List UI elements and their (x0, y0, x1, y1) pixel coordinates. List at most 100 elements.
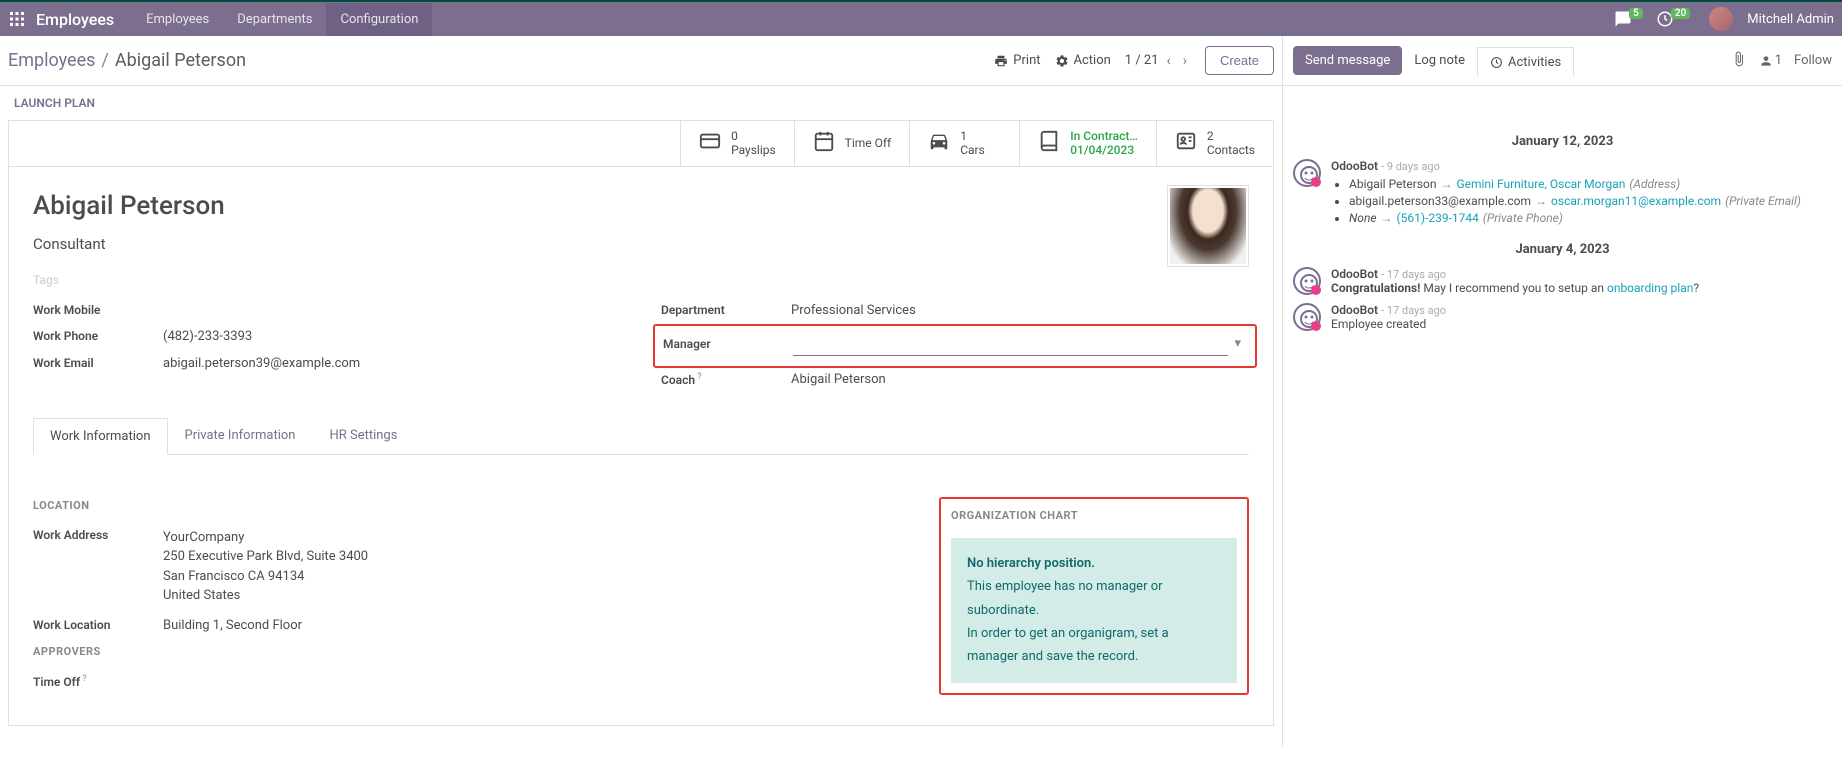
stat-timeoff[interactable]: Time Off (794, 121, 910, 166)
apps-icon[interactable] (8, 10, 26, 28)
pager-prev[interactable]: ‹ (1163, 49, 1175, 73)
tags-field[interactable]: Tags (33, 273, 1249, 287)
log-message: Congratulations! May I recommend you to … (1331, 281, 1832, 295)
employee-photo[interactable] (1167, 185, 1249, 267)
addr-country: United States (163, 586, 915, 606)
congrats-text: May I recommend you to setup an (1420, 281, 1607, 295)
log-time: - 17 days ago (1381, 268, 1446, 281)
activities-clock-icon[interactable]: 20 (1656, 10, 1693, 28)
change-old: Abigail Peterson (1349, 177, 1436, 191)
org-chart-alert: No hierarchy position. This employee has… (951, 538, 1237, 683)
log-time: - 17 days ago (1381, 304, 1446, 317)
change-old: abigail.peterson33@example.com (1349, 194, 1531, 208)
pager-text[interactable]: 1 / 21 (1125, 53, 1159, 68)
app-brand[interactable]: Employees (36, 10, 114, 29)
department-value[interactable]: Professional Services (791, 303, 1249, 318)
log-author: OdooBot (1331, 159, 1378, 173)
launch-plan-row: LAUNCH PLAN (0, 86, 1842, 120)
work-location-value[interactable]: Building 1, Second Floor (163, 618, 915, 633)
odoobot-avatar (1293, 159, 1321, 187)
change-new[interactable]: Gemini Furniture, Oscar Morgan (1456, 177, 1625, 191)
addr-street: 250 Executive Park Blvd, Suite 3400 (163, 547, 915, 567)
breadcrumb-current: Abigail Peterson (115, 50, 246, 71)
manager-label: Manager (663, 337, 793, 351)
section-org-chart: ORGANIZATION CHART (951, 509, 1237, 522)
stat-cars[interactable]: 1Cars (909, 121, 1019, 166)
work-mobile-label: Work Mobile (33, 303, 163, 317)
user-name[interactable]: Mitchell Admin (1747, 12, 1834, 27)
stat-contacts[interactable]: 2Contacts (1156, 121, 1273, 166)
org-chart-highlight: ORGANIZATION CHART No hierarchy position… (939, 497, 1249, 695)
follow-button[interactable]: Follow (1794, 53, 1832, 68)
tab-hr-settings[interactable]: HR Settings (312, 417, 414, 454)
attachment-icon[interactable] (1731, 51, 1747, 71)
breadcrumb-root[interactable]: Employees (8, 50, 95, 71)
change-old: None (1349, 211, 1377, 225)
change-row: abigail.peterson33@example.com→oscar.mor… (1349, 194, 1832, 208)
credit-card-icon (699, 130, 721, 157)
nav-configuration[interactable]: Configuration (326, 3, 432, 36)
payslips-val: 0 (731, 129, 776, 143)
work-phone-label: Work Phone (33, 329, 163, 343)
employee-job-title[interactable]: Consultant (33, 235, 1249, 253)
work-location-label: Work Location (33, 618, 163, 632)
change-new[interactable]: oscar.morgan11@example.com (1551, 194, 1721, 208)
form-sheet: 0Payslips Time Off 1Cars (8, 120, 1274, 726)
department-label: Department (661, 303, 791, 317)
coach-value[interactable]: Abigail Peterson (791, 372, 1249, 387)
work-address-value[interactable]: YourCompany 250 Executive Park Blvd, Sui… (163, 528, 915, 606)
launch-plan-button[interactable]: LAUNCH PLAN (0, 86, 1282, 120)
nav-employees[interactable]: Employees (132, 3, 223, 36)
create-button[interactable]: Create (1205, 46, 1274, 75)
manager-highlight: Manager ▾ (653, 324, 1257, 368)
coach-label: Coach (661, 372, 791, 387)
org-line1: No hierarchy position. (967, 556, 1095, 571)
section-approvers: APPROVERS (33, 645, 915, 658)
chatter-date-1: January 12, 2023 (1293, 134, 1832, 149)
calendar-icon (813, 130, 835, 157)
addr-company: YourCompany (163, 528, 915, 548)
manager-input[interactable] (793, 332, 1228, 356)
toolbar: Employees / Abigail Peterson Print Actio… (0, 36, 1842, 86)
onboarding-link[interactable]: onboarding plan (1607, 281, 1693, 295)
tab-private-information[interactable]: Private Information (168, 417, 313, 454)
activities-label: Activities (1508, 55, 1561, 70)
contract-status: In Contract… (1070, 129, 1138, 143)
work-phone-value[interactable]: (482)-233-3393 (163, 329, 621, 344)
pager-next[interactable]: › (1179, 49, 1191, 73)
log-message: Employee created (1331, 317, 1832, 331)
log-note-button[interactable]: Log note (1402, 46, 1477, 75)
print-button[interactable]: Print (994, 53, 1040, 68)
work-email-label: Work Email (33, 356, 163, 370)
messages-icon[interactable]: 5 (1614, 10, 1646, 28)
notebook-tabs: Work Information Private Information HR … (33, 417, 1249, 455)
chatter-body: January 12, 2023 OdooBot - 9 days ago Ab… (1282, 120, 1842, 746)
timeoff-lbl: Time Off (845, 136, 892, 150)
change-row: Abigail Peterson→Gemini Furniture, Oscar… (1349, 177, 1832, 191)
nav-departments[interactable]: Departments (223, 3, 326, 36)
stat-payslips[interactable]: 0Payslips (680, 121, 794, 166)
send-message-button[interactable]: Send message (1293, 46, 1402, 75)
log-item: OdooBot - 17 days ago Employee created (1293, 303, 1832, 331)
manager-dropdown-icon[interactable]: ▾ (1228, 336, 1247, 351)
section-location: LOCATION (33, 499, 915, 512)
tab-work-information[interactable]: Work Information (33, 418, 168, 455)
employee-name[interactable]: Abigail Peterson (33, 191, 1249, 221)
breadcrumb: Employees / Abigail Peterson (8, 50, 246, 71)
user-avatar[interactable] (1709, 7, 1733, 31)
print-label: Print (1013, 53, 1040, 68)
change-new[interactable]: (561)-239-1744 (1397, 211, 1479, 225)
change-field: (Address) (1629, 177, 1680, 191)
action-button[interactable]: Action (1055, 53, 1111, 68)
change-row: None→(561)-239-1744(Private Phone) (1349, 211, 1832, 225)
org-line3: In order to get an organigram, set a man… (967, 622, 1221, 669)
action-label: Action (1074, 53, 1111, 68)
car-icon (928, 130, 950, 157)
work-email-value[interactable]: abigail.peterson39@example.com (163, 356, 621, 371)
log-time: - 9 days ago (1381, 160, 1440, 173)
activities-tab[interactable]: Activities (1477, 47, 1574, 77)
stat-row: 0Payslips Time Off 1Cars (9, 121, 1273, 167)
followers-icon[interactable]: 1 (1759, 53, 1782, 68)
stat-contract[interactable]: In Contract…01/04/2023 (1019, 121, 1156, 166)
log-author: OdooBot (1331, 267, 1378, 281)
